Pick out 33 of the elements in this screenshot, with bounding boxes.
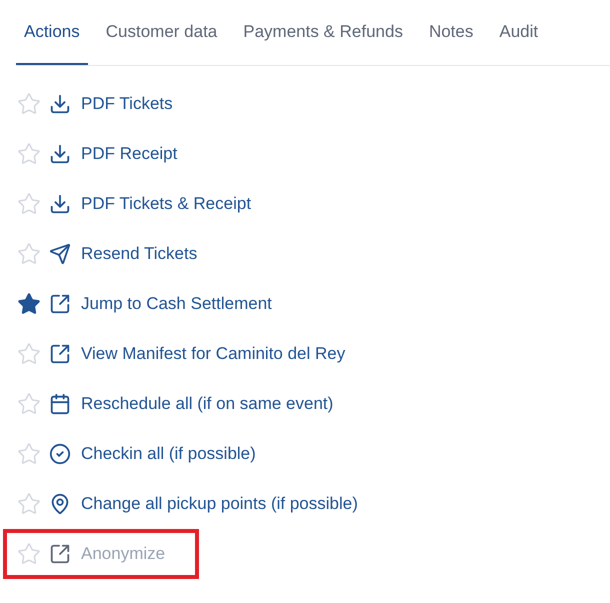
action-link[interactable]: Change all pickup points (if possible): [81, 491, 358, 517]
external-link-icon: [49, 543, 71, 565]
star-icon[interactable]: [17, 142, 41, 166]
star-icon[interactable]: [17, 392, 41, 416]
star-icon[interactable]: [17, 442, 41, 466]
star-icon[interactable]: [17, 492, 41, 516]
action-link[interactable]: PDF Receipt: [81, 141, 178, 167]
external-link-icon: [49, 293, 71, 315]
map-pin-icon: [49, 493, 71, 515]
action-link[interactable]: Resend Tickets: [81, 241, 198, 267]
star-icon[interactable]: [17, 192, 41, 216]
star-icon[interactable]: [17, 242, 41, 266]
action-link[interactable]: Jump to Cash Settlement: [81, 291, 272, 317]
tab[interactable]: Actions: [16, 0, 88, 65]
tab[interactable]: Payments & Refunds: [235, 0, 411, 65]
check-circle-icon: [49, 443, 71, 465]
tab[interactable]: Notes: [420, 0, 482, 65]
calendar-icon: [49, 393, 71, 415]
download-icon: [49, 193, 71, 215]
download-icon: [49, 93, 71, 115]
download-icon: [49, 143, 71, 165]
send-icon: [49, 243, 71, 265]
action-link[interactable]: View Manifest for Caminito del Rey: [81, 341, 346, 367]
external-link-icon: [49, 343, 71, 365]
action-link[interactable]: Checkin all (if possible): [81, 441, 256, 467]
star-icon[interactable]: [17, 342, 41, 366]
action-link[interactable]: PDF Tickets & Receipt: [81, 191, 252, 217]
star-icon[interactable]: [17, 292, 41, 316]
tab[interactable]: Customer data: [98, 0, 226, 65]
tab[interactable]: Audit: [491, 0, 546, 65]
action-link[interactable]: PDF Tickets: [81, 91, 173, 117]
star-icon[interactable]: [17, 92, 41, 116]
action-link[interactable]: Reschedule all (if on same event): [81, 391, 334, 417]
